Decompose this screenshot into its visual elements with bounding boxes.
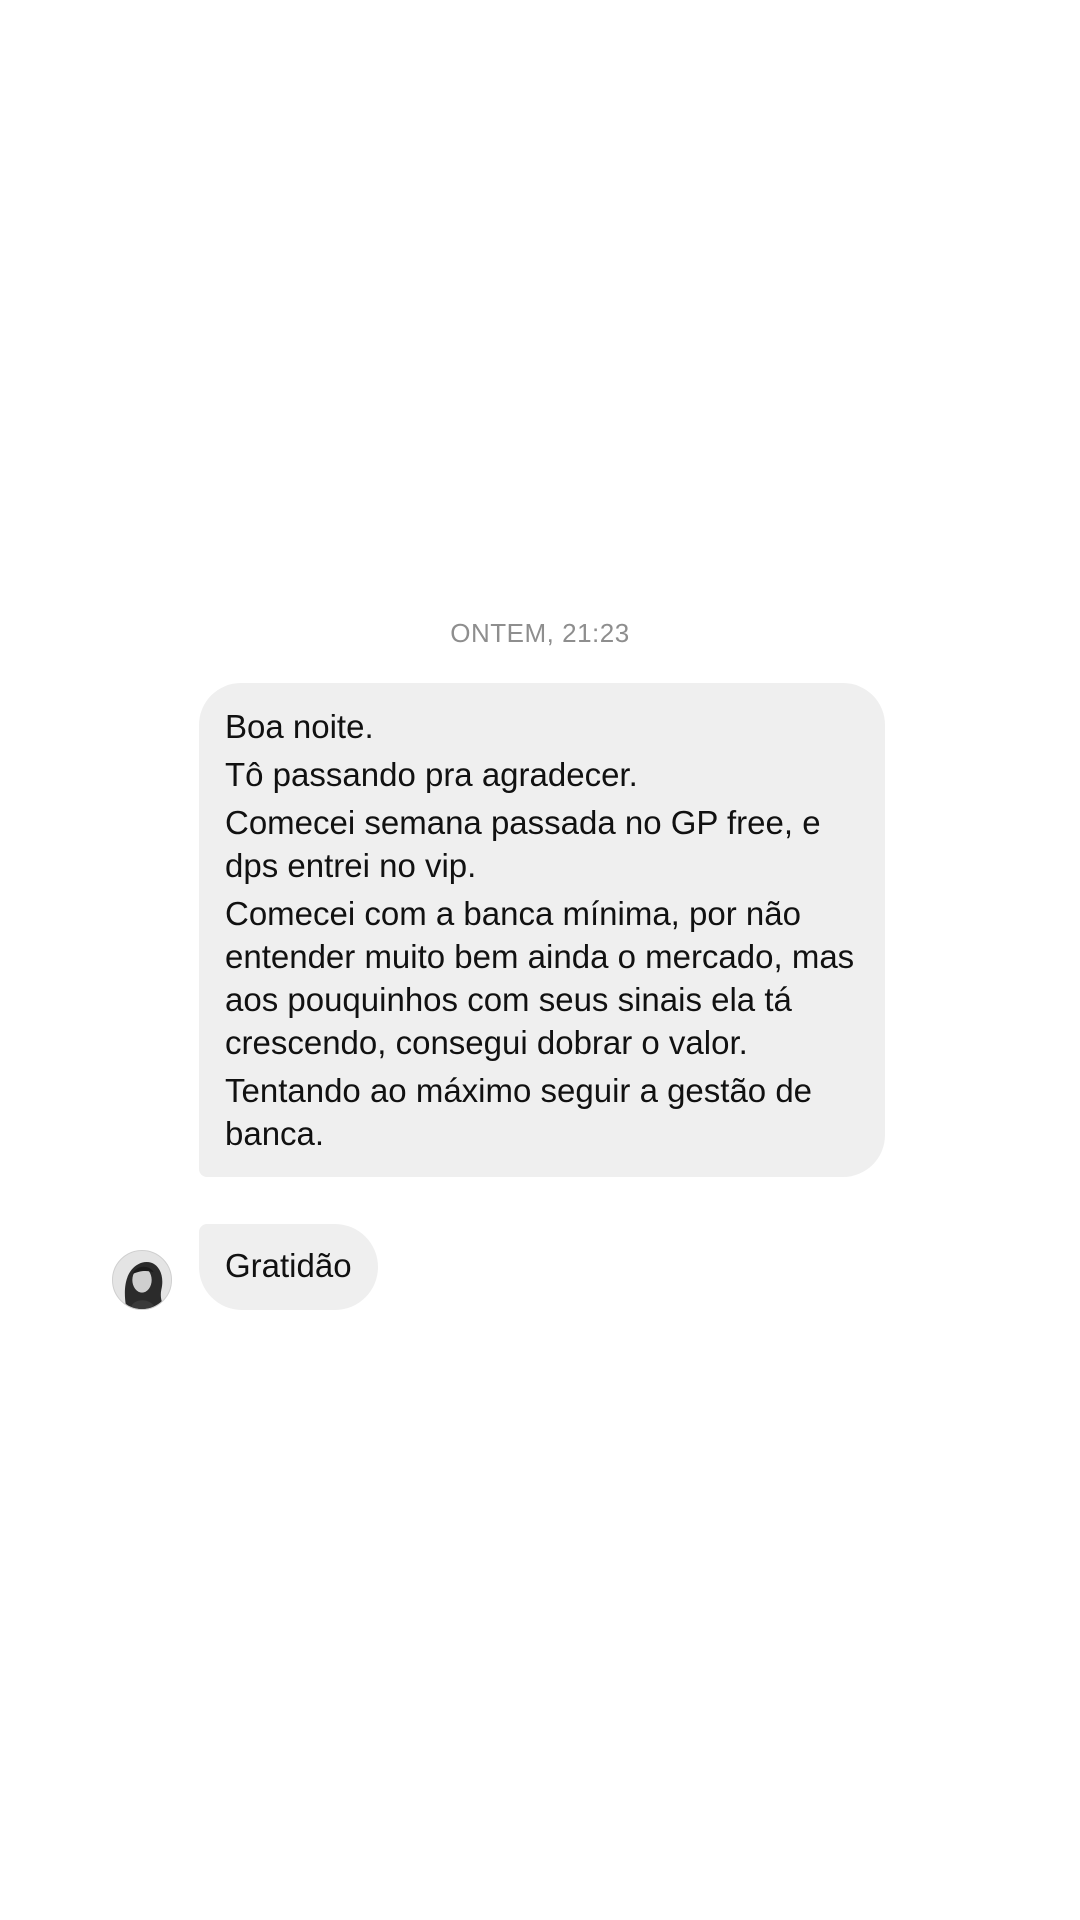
message-paragraph: Comecei com a banca mínima, por não ente… xyxy=(225,895,855,1061)
message-paragraph: Tô passando pra agradecer. xyxy=(225,756,638,793)
sender-avatar[interactable] xyxy=(112,1250,172,1310)
message-timestamp: ONTEM, 21:23 xyxy=(450,618,630,648)
message-text: Gratidão xyxy=(225,1247,352,1284)
message-bubble[interactable]: Boa noite. Tô passando pra agradecer. Co… xyxy=(199,683,885,1177)
message-paragraph: Tentando ao máximo seguir a gestão de ba… xyxy=(225,1072,813,1152)
message-bubble[interactable]: Gratidão xyxy=(199,1224,378,1310)
profile-photo-avatar-icon xyxy=(113,1251,171,1309)
message-paragraph: Comecei semana passada no GP free, e dps… xyxy=(225,804,821,884)
message-paragraph: Boa noite. xyxy=(225,708,374,745)
